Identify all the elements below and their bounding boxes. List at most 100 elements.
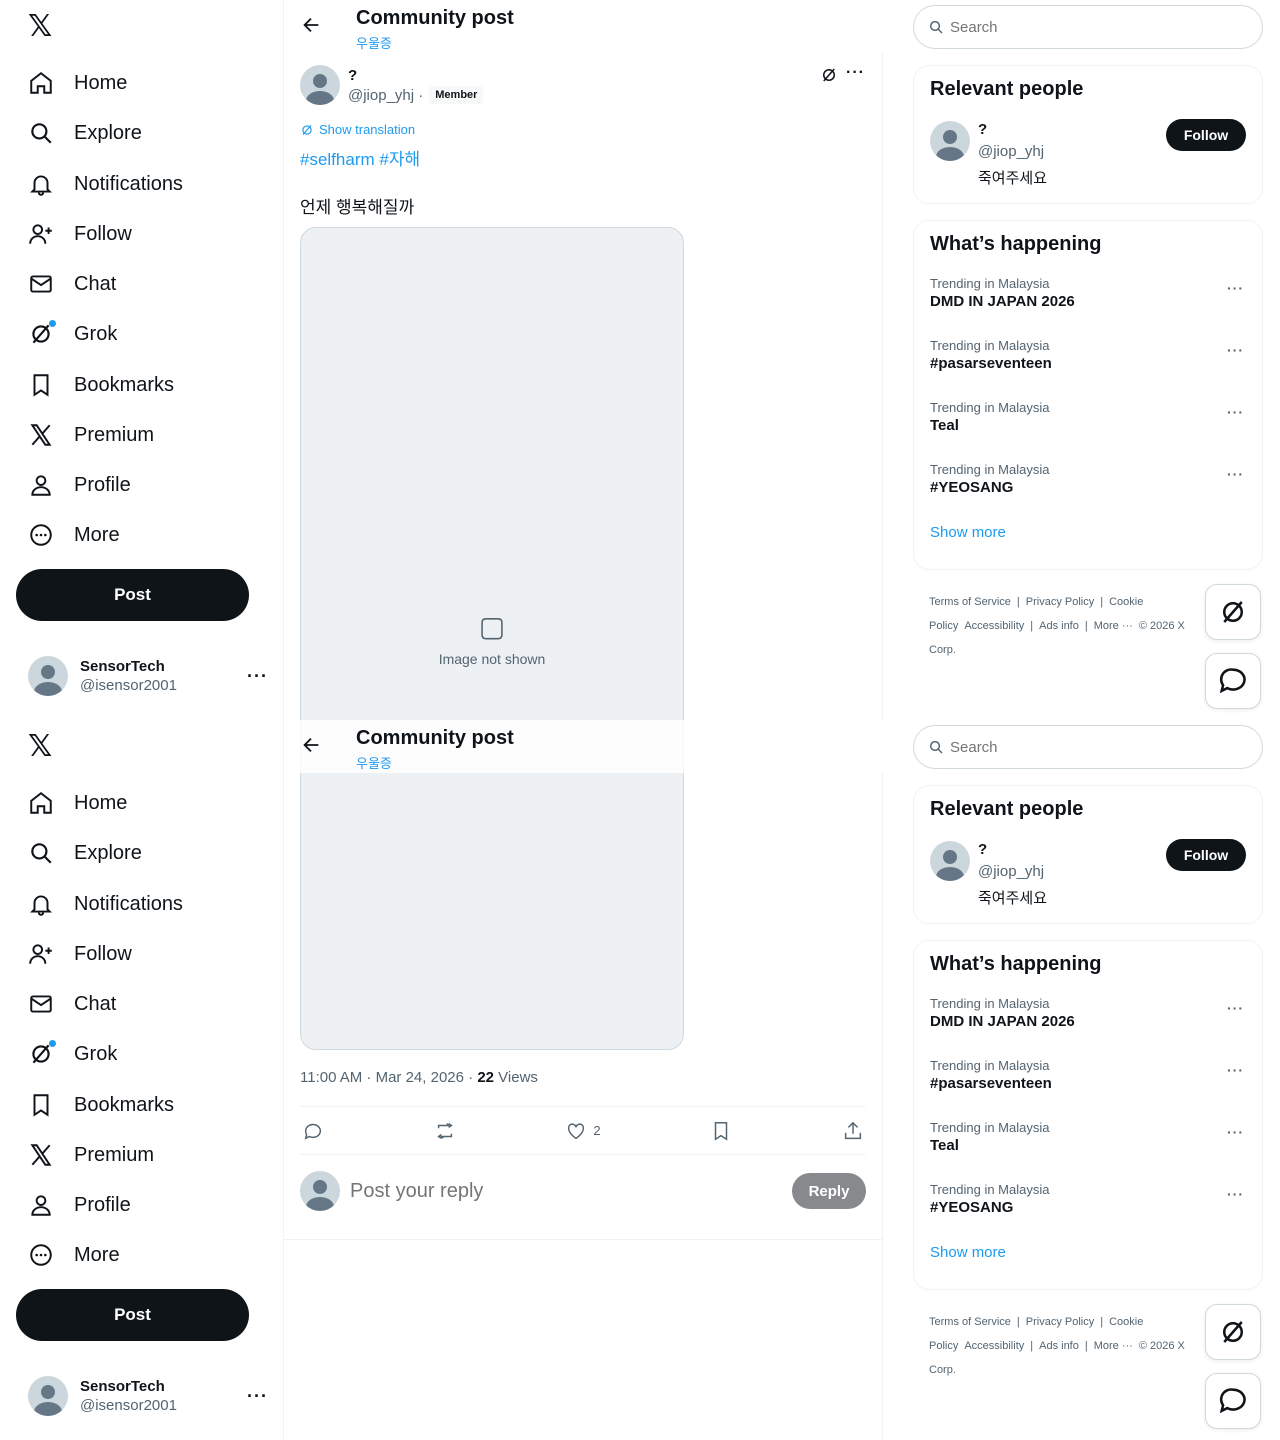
search-bar[interactable] (913, 5, 1263, 49)
x-logo-icon[interactable]: 𝕏 (28, 12, 56, 42)
more-dots-icon[interactable]: ··· (1227, 1124, 1244, 1140)
footer-link[interactable]: More ··· (1094, 620, 1133, 632)
person-name[interactable]: ? (978, 121, 987, 138)
messages-fab[interactable] (1205, 653, 1261, 709)
x-logo-icon[interactable]: 𝕏 (28, 732, 56, 762)
nav-item-grok[interactable]: Grok (28, 314, 117, 354)
follow-button[interactable]: Follow (1166, 119, 1246, 151)
person-row[interactable]: ? @jiop_yhj 죽여주세요 Follow (914, 113, 1262, 193)
trend-item[interactable]: Trending in Malaysia #pasarseventeen ··· (914, 330, 1262, 392)
community-name[interactable]: 우울증 (356, 753, 392, 772)
more-dots-icon[interactable]: ··· (247, 666, 268, 687)
left-sidebar: 𝕏 Home Explore Notifications Follow Chat Grok… (0, 720, 284, 1440)
follow-button[interactable]: Follow (1166, 839, 1246, 871)
trend-item[interactable]: Trending in Malaysia DMD IN JAPAN 2026 ··· (914, 268, 1262, 330)
account-switcher[interactable]: SensorTech @isensor2001 ··· (28, 1375, 268, 1417)
more-dots-icon[interactable]: ··· (846, 64, 865, 82)
post-media-placeholder[interactable]: ▢ Image not shown (300, 227, 684, 720)
footer-link[interactable]: Privacy Policy (1026, 596, 1094, 608)
grok-icon (1223, 601, 1243, 623)
more-dots-icon[interactable]: ··· (1227, 404, 1244, 420)
share-action[interactable] (842, 1120, 864, 1142)
heart-icon (568, 1122, 585, 1139)
nav-item-explore[interactable]: Explore (28, 833, 142, 873)
avatar[interactable] (930, 841, 970, 881)
back-arrow-icon[interactable] (300, 734, 322, 756)
nav-item-chat[interactable]: Chat (28, 984, 116, 1024)
nav-item-follow[interactable]: Follow (28, 214, 132, 254)
post-time[interactable]: 11:00 AM · Mar 24, 2026 · (300, 1069, 477, 1086)
nav-item-premium[interactable]: Premium (28, 1135, 154, 1175)
nav-item-profile[interactable]: Profile (28, 465, 131, 505)
reply-button[interactable]: Reply (792, 1173, 866, 1209)
show-translation-link[interactable]: Show translation (300, 122, 415, 137)
more-dots-icon[interactable]: ··· (1227, 342, 1244, 358)
more-dots-icon[interactable]: ··· (1227, 1000, 1244, 1016)
grok-fab[interactable] (1205, 584, 1261, 640)
nav-item-bookmarks[interactable]: Bookmarks (28, 1085, 174, 1125)
bookmark-action[interactable] (710, 1120, 732, 1142)
trend-item[interactable]: Trending in Malaysia DMD IN JAPAN 2026 ··· (914, 988, 1262, 1050)
nav-item-explore[interactable]: Explore (28, 113, 142, 153)
account-handle: @isensor2001 (80, 677, 177, 694)
more-dots-icon[interactable]: ··· (1227, 466, 1244, 482)
nav-item-chat[interactable]: Chat (28, 264, 116, 304)
nav-item-bookmarks[interactable]: Bookmarks (28, 365, 174, 405)
show-more-link[interactable]: Show more (914, 516, 1262, 559)
trend-item[interactable]: Trending in Malaysia #YEOSANG ··· (914, 454, 1262, 516)
nav-item-home[interactable]: Home (28, 63, 127, 103)
footer-link[interactable]: Accessibility (964, 1340, 1024, 1352)
post-button[interactable]: Post (16, 1289, 249, 1341)
search-input[interactable] (950, 738, 1250, 756)
nav-item-grok[interactable]: Grok (28, 1034, 117, 1074)
more-dots-icon[interactable]: ··· (1227, 1062, 1244, 1078)
footer-link[interactable]: Terms of Service (929, 596, 1011, 608)
reply-input[interactable] (350, 1179, 770, 1203)
show-more-link[interactable]: Show more (914, 1236, 1262, 1279)
back-arrow-icon[interactable] (300, 14, 322, 36)
messages-fab[interactable] (1205, 1373, 1261, 1429)
repost-action[interactable] (434, 1120, 456, 1142)
person-name[interactable]: ? (978, 841, 987, 858)
avatar[interactable] (300, 65, 340, 105)
nav-item-notifications[interactable]: Notifications (28, 884, 183, 924)
author-name[interactable]: ? (348, 67, 357, 84)
grok-icon[interactable] (820, 66, 838, 84)
footer-link[interactable]: Ads info (1039, 620, 1079, 632)
trend-item[interactable]: Trending in Malaysia Teal ··· (914, 1112, 1262, 1174)
nav-item-premium[interactable]: Premium (28, 415, 154, 455)
more-dots-icon[interactable]: ··· (1227, 280, 1244, 296)
more-dots-icon[interactable]: ··· (247, 1386, 268, 1407)
nav-item-more[interactable]: More (28, 1235, 120, 1275)
nav-item-follow[interactable]: Follow (28, 934, 132, 974)
account-switcher[interactable]: SensorTech @isensor2001 ··· (28, 655, 268, 697)
avatar[interactable] (930, 121, 970, 161)
author-handle[interactable]: @jiop_yhj (348, 87, 414, 104)
post-hashtags[interactable]: #selfharm #자해 (300, 145, 420, 170)
search-bar[interactable] (913, 725, 1263, 769)
trend-item[interactable]: Trending in Malaysia Teal ··· (914, 392, 1262, 454)
footer-link[interactable]: Terms of Service (929, 1316, 1011, 1328)
nav-item-notifications[interactable]: Notifications (28, 164, 183, 204)
reply-action[interactable] (302, 1120, 324, 1142)
trend-item[interactable]: Trending in Malaysia #YEOSANG ··· (914, 1174, 1262, 1236)
community-name[interactable]: 우울증 (356, 33, 392, 52)
nav-item-label: Premium (74, 423, 155, 446)
more-dots-icon[interactable]: ··· (1227, 1186, 1244, 1202)
search-input[interactable] (950, 18, 1250, 36)
nav-item-home[interactable]: Home (28, 783, 127, 823)
like-action[interactable]: 2 (565, 1120, 601, 1142)
footer-link[interactable]: More ··· (1094, 1340, 1133, 1352)
footer-link[interactable]: Privacy Policy (1026, 1316, 1094, 1328)
post-button[interactable]: Post (16, 569, 249, 621)
grok-fab[interactable] (1205, 1304, 1261, 1360)
author-avatar-wrap[interactable] (300, 65, 340, 105)
footer-link[interactable]: Ads info (1039, 1340, 1079, 1352)
footer-separator: | (1016, 1316, 1020, 1328)
nav-item-more[interactable]: More (28, 515, 120, 555)
nav-item-profile[interactable]: Profile (28, 1185, 131, 1225)
trend-item[interactable]: Trending in Malaysia #pasarseventeen ··· (914, 1050, 1262, 1112)
footer-link[interactable]: Accessibility (964, 620, 1024, 632)
person-row[interactable]: ? @jiop_yhj 죽여주세요 Follow (914, 833, 1262, 913)
search-icon (929, 20, 943, 34)
